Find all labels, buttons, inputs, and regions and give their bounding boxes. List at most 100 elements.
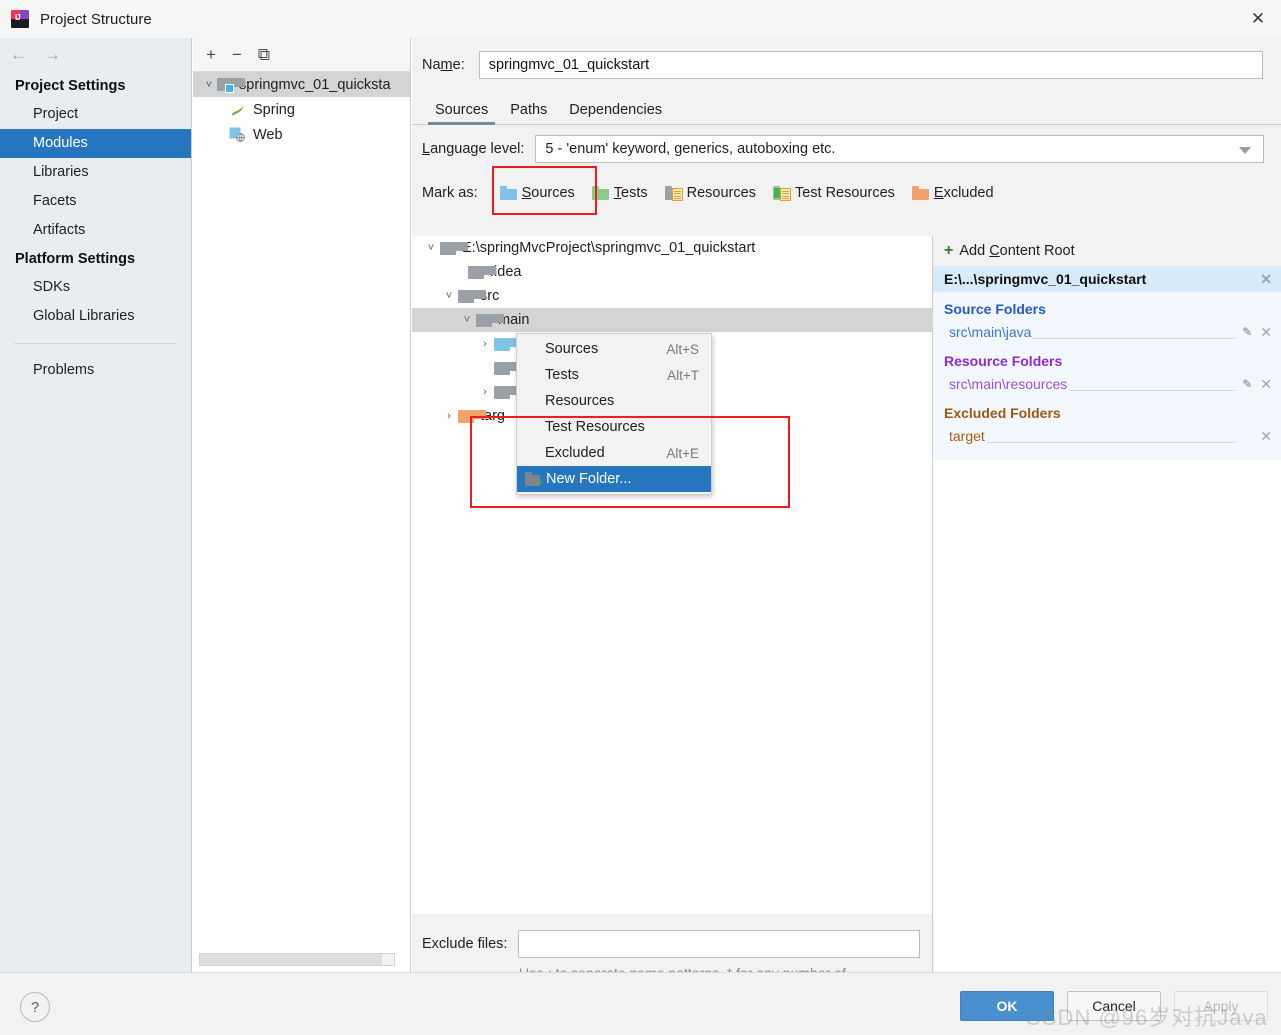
mark-as-test-resources-label: Test Resources [794,185,895,201]
excluded-folder-row[interactable]: target ✕ [933,424,1281,448]
new-folder-icon: + [525,472,543,489]
exclude-files-input[interactable] [518,930,920,958]
sources-folder-icon [494,337,522,351]
remove-module-icon[interactable]: − [232,46,242,63]
module-tree-row-web[interactable]: Web [193,122,410,147]
chevron-down-icon[interactable]: ˅ [440,290,458,302]
chevron-down-icon[interactable] [1239,147,1251,154]
scrollbar-thumb[interactable] [200,954,382,965]
sidebar-group-platform-settings: Platform Settings [15,251,136,267]
chevron-right-icon[interactable]: › [440,410,458,422]
context-menu-item-excluded[interactable]: Excluded Alt+E [517,440,711,466]
chevron-down-icon[interactable]: ˅ [458,314,476,326]
sidebar-item-sdks[interactable]: SDKs [0,273,191,302]
mark-as-row: Mark as: Sources Tests Resources Test Re… [412,166,1281,215]
mark-as-test-resources-button[interactable]: Test Resources [766,181,902,205]
name-label: Name: [422,57,465,73]
settings-sidebar: ← → Project Settings Project Modules Lib… [0,38,192,972]
content-root-block: E:\...\springmvc_01_quickstart ✕ Source … [933,266,1281,460]
context-menu-item-sources[interactable]: Sources Alt+S [517,336,711,362]
chevron-down-icon[interactable]: ˅ [201,79,217,91]
name-row: Name: springmvc_01_quickstart [412,38,1281,92]
folder-icon [458,289,486,303]
context-menu-item-test-resources[interactable]: Test Resources [517,414,711,440]
mark-as-tests-button[interactable]: Tests [585,181,655,205]
remove-excluded-folder-icon[interactable]: ✕ [1260,428,1272,445]
add-content-root-button[interactable]: + Add Content Root [933,236,1281,266]
mark-as-resources-button[interactable]: Resources [658,181,763,205]
mark-as-sources-button[interactable]: Sources [493,181,582,205]
sidebar-item-problems[interactable]: Problems [0,356,191,385]
content-root-header: E:\...\springmvc_01_quickstart ✕ [933,266,1281,292]
name-input[interactable]: springmvc_01_quickstart [478,51,1263,79]
context-menu-item-tests[interactable]: Tests Alt+T [517,362,711,388]
language-level-select[interactable]: 5 - 'enum' keyword, generics, autoboxing… [535,135,1264,163]
tab-sources[interactable]: Sources [424,102,499,125]
mark-as-excluded-label: Excluded [933,185,994,201]
tree-row-src[interactable]: ˅ src [412,284,932,308]
editor-tabs: Sources Paths Dependencies [412,92,1281,125]
context-menu-label: Sources [545,341,599,357]
chevron-down-icon[interactable]: ˅ [422,242,440,254]
chevron-right-icon[interactable]: › [476,386,494,398]
remove-source-folder-icon[interactable]: ✕ [1260,324,1272,341]
edit-pencil-icon[interactable]: ✎ [1242,325,1252,339]
tests-folder-icon [591,186,609,200]
copy-module-icon[interactable]: ⧉ [258,46,270,63]
module-tree-row-project[interactable]: ˅ springmvc_01_quicksta [193,72,410,97]
cancel-button[interactable]: Cancel [1067,991,1161,1021]
folder-icon [440,241,468,255]
mark-as-excluded-button[interactable]: Excluded [905,181,1001,205]
intellij-logo-icon: IJ [11,10,29,28]
sidebar-item-project[interactable]: Project [0,100,191,129]
modules-horizontal-scrollbar[interactable] [199,953,395,966]
sidebar-item-global-libraries[interactable]: Global Libraries [0,302,191,331]
help-button[interactable]: ? [20,992,50,1022]
module-tree-label: springmvc_01_quicksta [239,76,391,93]
module-tree-row-spring[interactable]: Spring [193,97,410,122]
mark-as-tests-label: Tests [613,185,648,201]
back-arrow-icon[interactable]: ← [10,45,27,65]
sidebar-group-project-settings: Project Settings [15,78,126,94]
folder-icon [468,265,496,279]
sources-folder-icon [499,186,517,200]
add-module-icon[interactable]: + [206,46,216,63]
add-content-root-label: Add Content Root [959,243,1075,259]
content-roots-panel: + Add Content Root E:\...\springmvc_01_q… [933,236,1281,914]
module-tree-label: Web [253,126,283,143]
context-menu-item-resources[interactable]: Resources [517,388,711,414]
edit-pencil-icon[interactable]: ✎ [1242,377,1252,391]
sidebar-item-facets[interactable]: Facets [0,187,191,216]
sidebar-item-artifacts[interactable]: Artifacts [0,216,191,245]
resource-folder-path: src\main\resources [949,376,1070,392]
sidebar-item-modules[interactable]: Modules [0,129,191,158]
remove-resource-folder-icon[interactable]: ✕ [1260,376,1272,393]
module-editor: Name: springmvc_01_quickstart Sources Pa… [412,38,1281,1010]
tree-row-main[interactable]: ˅ main [412,308,939,332]
apply-button[interactable]: Apply [1174,991,1268,1021]
modules-toolbar: + − ⧉ [193,38,410,72]
exclude-files-row: Exclude files: [412,914,932,958]
ok-button[interactable]: OK [960,991,1054,1021]
close-icon[interactable]: ✕ [1235,0,1281,38]
tab-dependencies[interactable]: Dependencies [558,102,673,124]
excluded-folder-path: target [949,428,987,444]
modules-panel: + − ⧉ ˅ springmvc_01_quicksta Spring Web [193,38,411,972]
resource-folder-row[interactable]: src\main\resources ✎ ✕ [933,372,1281,396]
tree-row-label: E:\springMvcProject\springmvc_01_quickst… [462,240,756,256]
tree-row-idea[interactable]: › .idea [412,260,932,284]
content-root-path: E:\...\springmvc_01_quickstart [944,271,1147,287]
folder-icon [476,313,504,327]
forward-arrow-icon[interactable]: → [44,45,61,65]
chevron-right-icon[interactable]: › [476,338,494,350]
source-folder-row[interactable]: src\main\java ✎ ✕ [933,320,1281,344]
tree-row-content-root[interactable]: ˅ E:\springMvcProject\springmvc_01_quick… [412,236,932,260]
language-level-row: Language level: 5 - 'enum' keyword, gene… [412,125,1281,173]
mark-as-resources-label: Resources [686,185,756,201]
context-menu-label: Excluded [545,445,605,461]
sidebar-item-libraries[interactable]: Libraries [0,158,191,187]
tab-paths[interactable]: Paths [499,102,558,124]
remove-content-root-icon[interactable]: ✕ [1260,271,1272,288]
context-menu-item-new-folder[interactable]: + New Folder... [517,466,711,492]
intellij-logo-text: IJ [15,13,21,22]
